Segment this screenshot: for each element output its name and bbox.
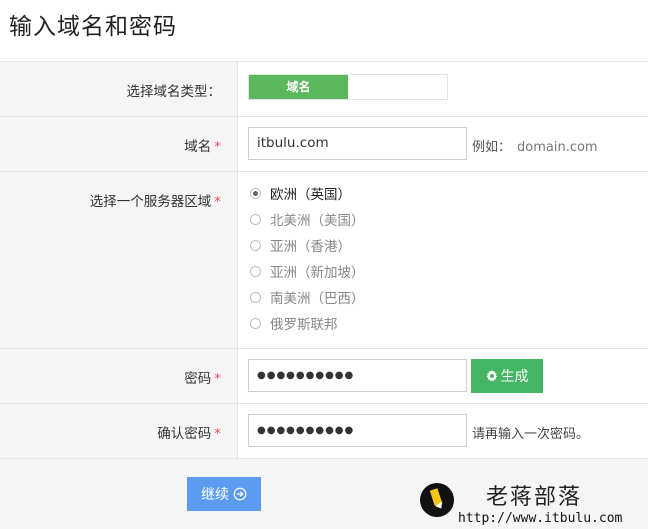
required-mark: * — [214, 139, 221, 155]
required-mark: * — [214, 371, 221, 387]
region-option[interactable]: 亚洲（新加坡） — [250, 258, 365, 284]
domain-form: 选择域名类型： 域名 域名 * itbulu.com 例如： domain.com … — [0, 61, 648, 459]
region-option[interactable]: 北美洲（美国） — [250, 206, 365, 232]
domain-type-label: 选择域名类型： — [0, 62, 238, 116]
radio-button[interactable] — [250, 239, 261, 251]
region-option[interactable]: 欧洲（英国） — [250, 180, 365, 206]
region-option[interactable]: 亚洲（香港） — [250, 232, 365, 258]
form-footer: 继续 老蒋部落 http://www.itbulu.com — [0, 459, 648, 529]
confirm-password-label: 确认密码 * — [0, 404, 238, 458]
password-input[interactable]: ●●●●●●●●●● — [248, 359, 467, 392]
radio-button[interactable] — [250, 291, 261, 303]
confirm-hint: 请再输入一次密码。 — [472, 427, 590, 442]
domain-label: 域名 * — [0, 117, 238, 171]
region-radio-group: 欧洲（英国） 北美洲（美国） 亚洲（香港） 亚洲（新加坡） 南美洲（巴西） 俄罗… — [250, 180, 365, 336]
domain-input[interactable]: itbulu.com — [248, 127, 467, 160]
region-option[interactable]: 南美洲（巴西） — [250, 284, 365, 310]
watermark-url: http://www.itbulu.com — [458, 511, 623, 526]
confirm-password-input[interactable]: ●●●●●●●●●● — [248, 414, 467, 447]
continue-button[interactable]: 继续 — [187, 477, 261, 511]
page-title: 输入域名和密码 — [9, 14, 177, 40]
row-domain: 域名 * itbulu.com 例如： domain.com — [0, 117, 648, 172]
watermark-name: 老蒋部落 — [486, 485, 583, 510]
pencil-logo-icon — [420, 483, 454, 517]
row-region: 选择一个服务器区域 * 欧洲（英国） 北美洲（美国） 亚洲（香港） 亚洲（新加坡）… — [0, 172, 648, 349]
required-mark: * — [214, 194, 221, 210]
pencil-icon — [429, 488, 443, 509]
row-domain-type: 选择域名类型： 域名 — [0, 62, 648, 117]
domain-hint: 例如： domain.com — [472, 140, 598, 155]
region-option[interactable]: 俄罗斯联邦 — [250, 310, 365, 336]
radio-button[interactable] — [250, 265, 261, 277]
radio-button[interactable] — [250, 187, 261, 199]
generate-button[interactable]: 生成 — [471, 359, 543, 393]
arrow-right-circle-icon — [233, 487, 247, 501]
required-mark: * — [214, 426, 221, 442]
password-label: 密码 * — [0, 349, 238, 403]
radio-button[interactable] — [250, 213, 261, 225]
domain-type-option[interactable]: 域名 — [249, 75, 348, 99]
domain-type-toggle[interactable]: 域名 — [248, 74, 448, 100]
region-label: 选择一个服务器区域 * — [0, 172, 238, 348]
row-password: 密码 * ●●●●●●●●●● 生成 — [0, 349, 648, 404]
gear-icon — [486, 370, 497, 382]
row-confirm-password: 确认密码 * ●●●●●●●●●● 请再输入一次密码。 — [0, 404, 648, 459]
radio-button[interactable] — [250, 317, 261, 329]
